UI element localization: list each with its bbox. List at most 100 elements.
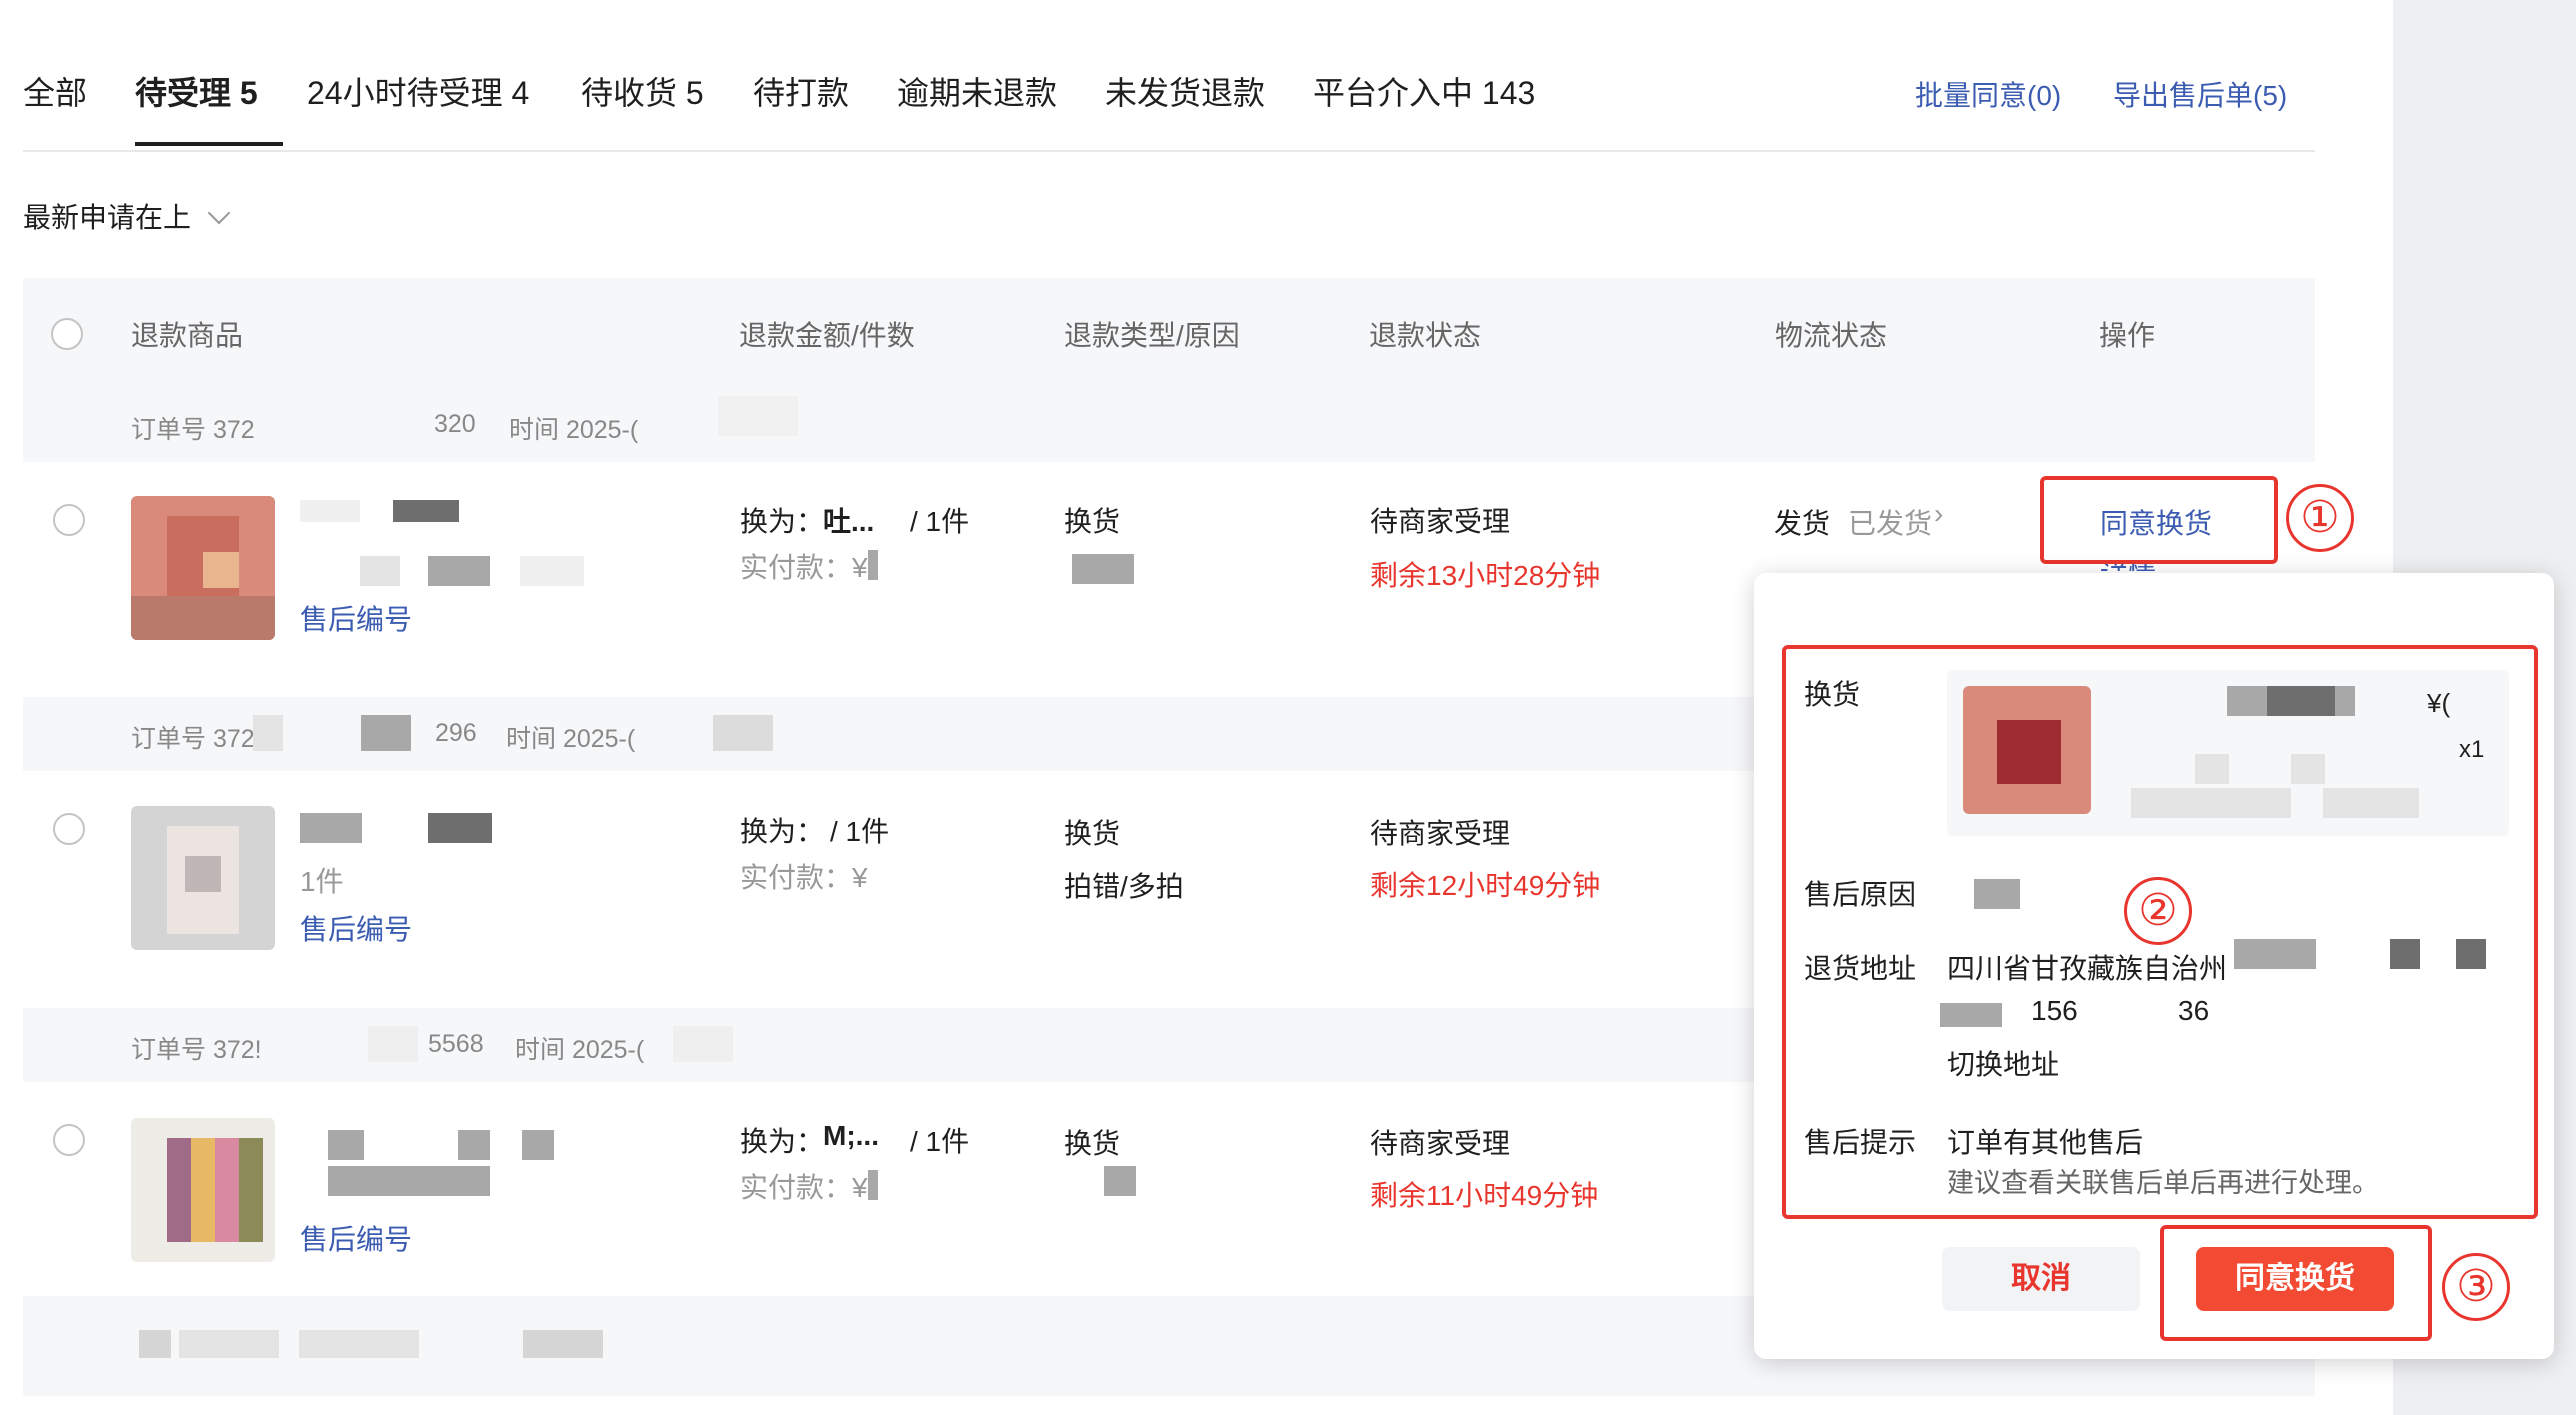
logistics-status: 发货 xyxy=(1774,508,1831,539)
order-number-suffix: 296 xyxy=(435,719,477,747)
redacted-block xyxy=(522,1130,554,1160)
col-product: 退款商品 xyxy=(131,320,244,351)
redacted-block xyxy=(1072,554,1134,584)
product-thumbnail xyxy=(131,1118,275,1262)
product-thumbnail xyxy=(131,806,275,950)
tab-bar: 全部 待受理 5 24小时待受理 4 待收货 5 待打款 逾期未退款 未发货退款… xyxy=(23,0,2315,152)
exchange-for-label: 换为： xyxy=(740,506,825,537)
refund-status: 待商家受理 xyxy=(1370,818,1511,849)
redacted-block xyxy=(2390,939,2420,969)
chevron-down-icon xyxy=(207,201,231,225)
paid-amount: 实付款：¥ xyxy=(740,1172,868,1203)
exchange-item: 吐... xyxy=(823,506,875,537)
order-number: 订单号 372 xyxy=(131,416,255,444)
redacted-block xyxy=(253,715,283,751)
redacted-block xyxy=(2323,788,2419,818)
redacted-block xyxy=(2234,939,2316,969)
order-number: 订单号 372 xyxy=(131,725,255,753)
popup-product-card: ¥( x1 xyxy=(1947,670,2509,836)
redacted-block xyxy=(520,556,584,586)
tab-platform-intervention[interactable]: 平台介入中 143 xyxy=(1313,68,1535,114)
redacted-block xyxy=(300,500,360,522)
redacted-block xyxy=(393,500,459,522)
redacted-block xyxy=(2131,788,2291,818)
remaining-time: 剩余12小时49分钟 xyxy=(1370,870,1601,901)
tab-awaiting-payment[interactable]: 待打款 xyxy=(753,68,849,114)
batch-agree-link[interactable]: 批量同意(0) xyxy=(1915,74,2061,114)
redacted-block xyxy=(360,556,400,586)
paid-amount: 实付款：¥ xyxy=(740,552,868,583)
tab-overdue-refund[interactable]: 逾期未退款 xyxy=(897,68,1057,114)
remaining-time: 剩余13小时28分钟 xyxy=(1370,560,1601,591)
popup-tip-text: 建议查看关联售后单后再进行处理。 xyxy=(1947,1168,2379,1198)
redacted-block xyxy=(299,1330,419,1358)
popup-tip-warning[interactable]: 订单有其他售后 xyxy=(1947,1121,2143,1161)
paid-amount: 实付款：¥ xyxy=(740,862,868,893)
item-quantity: / 1件 xyxy=(830,816,890,847)
cancel-button[interactable]: 取消 xyxy=(1942,1247,2140,1311)
col-type: 退款类型/原因 xyxy=(1064,320,1240,351)
tab-awaiting-receipt[interactable]: 待收货 5 xyxy=(581,68,704,114)
item-quantity: / 1件 xyxy=(910,506,970,537)
switch-address-link[interactable]: 切换地址 xyxy=(1947,1043,2059,1083)
export-aftersale-link[interactable]: 导出售后单(5) xyxy=(2113,74,2287,114)
shipped-link[interactable]: 已发货 xyxy=(1848,502,1932,542)
redacted-block xyxy=(868,550,878,580)
redacted-block xyxy=(868,1170,878,1200)
tab-24h-pending[interactable]: 24小时待受理 4 xyxy=(307,68,529,114)
redacted-block xyxy=(2456,939,2486,969)
active-tab-indicator xyxy=(135,142,283,146)
redacted-block xyxy=(673,1026,733,1062)
redacted-block xyxy=(328,1166,490,1196)
exchange-for-label: 换为： xyxy=(740,1126,825,1157)
redacted-block xyxy=(179,1330,279,1358)
aftersale-number-link[interactable]: 售后编号 xyxy=(300,908,412,948)
annotation-3: ③ xyxy=(2442,1253,2510,1321)
popup-phone-suffix: 36 xyxy=(2178,995,2210,1026)
order-number: 订单号 372! xyxy=(131,1036,262,1064)
order-time: 时间 2025-( xyxy=(506,725,636,753)
redacted-block xyxy=(368,1026,418,1062)
redacted-block xyxy=(2195,754,2229,784)
annotation-1: ① xyxy=(2286,484,2354,552)
highlight-box-1 xyxy=(2040,476,2278,564)
redacted-block xyxy=(2267,686,2335,716)
popup-phone-prefix: 156 xyxy=(2031,995,2078,1026)
row-select-radio[interactable] xyxy=(53,504,85,536)
highlight-box-3 xyxy=(2160,1225,2432,1341)
sort-label: 最新申请在上 xyxy=(23,202,192,233)
refund-reason: 拍错/多拍 xyxy=(1064,871,1184,902)
tab-all[interactable]: 全部 xyxy=(23,68,87,114)
exchange-item: M;... xyxy=(823,1120,879,1151)
aftersale-number-link[interactable]: 售后编号 xyxy=(300,598,412,638)
redacted-block xyxy=(713,715,773,751)
refund-type: 换货 xyxy=(1064,1128,1121,1159)
refund-status: 待商家受理 xyxy=(1370,506,1511,537)
annotation-2: ② xyxy=(2124,877,2192,945)
item-quantity: / 1件 xyxy=(910,1126,970,1157)
popup-address-label: 退货地址 xyxy=(1804,953,1917,984)
redacted-block xyxy=(139,1330,171,1358)
redacted-block xyxy=(1104,1166,1136,1196)
order-time: 时间 2025-( xyxy=(515,1036,645,1064)
refund-type: 换货 xyxy=(1064,506,1121,537)
sort-dropdown[interactable]: 最新申请在上 xyxy=(23,196,231,236)
tab-unshipped-refund[interactable]: 未发货退款 xyxy=(1105,68,1265,114)
aftersale-number-link[interactable]: 售后编号 xyxy=(300,1218,412,1258)
row-select-radio[interactable] xyxy=(53,813,85,845)
order-number-suffix: 5568 xyxy=(428,1030,484,1058)
order-bar: 订单号 372 320 时间 2025-( xyxy=(23,388,2315,462)
redacted-block xyxy=(458,1130,490,1160)
popup-reason-label: 售后原因 xyxy=(1804,879,1917,910)
redacted-block xyxy=(2291,754,2325,784)
select-all-radio[interactable] xyxy=(51,318,83,350)
col-logistics: 物流状态 xyxy=(1775,320,1888,351)
row-select-radio[interactable] xyxy=(53,1124,85,1156)
redacted-block xyxy=(523,1330,603,1358)
tab-pending[interactable]: 待受理 5 xyxy=(135,68,258,114)
refund-type: 换货 xyxy=(1064,818,1121,849)
exchange-for-label: 换为： xyxy=(740,816,825,847)
col-status: 退款状态 xyxy=(1369,320,1482,351)
popup-exchange-label: 换货 xyxy=(1804,679,1861,710)
chevron-right-icon: › xyxy=(1934,498,1944,529)
